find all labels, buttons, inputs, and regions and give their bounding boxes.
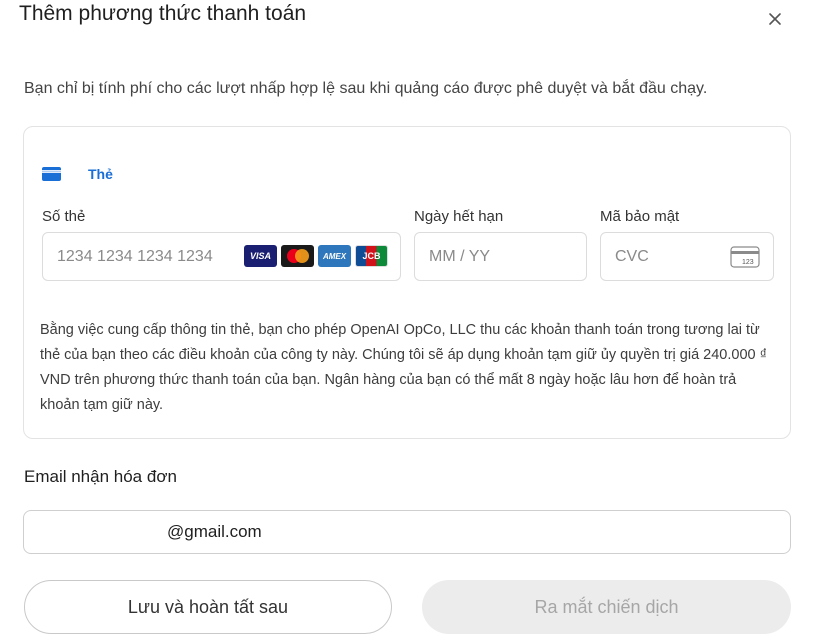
credit-card-icon	[42, 167, 61, 181]
tab-card-label: Thẻ	[88, 166, 113, 182]
expiry-label: Ngày hết hạn	[414, 208, 504, 225]
close-button[interactable]	[764, 8, 786, 30]
card-number-input[interactable]: 1234 1234 1234 1234 VISA AMEX JCB	[42, 232, 401, 281]
visa-icon: VISA	[244, 245, 277, 267]
launch-campaign-button[interactable]: Ra mắt chiến dịch	[422, 580, 791, 634]
cvc-label: Mã bảo mật	[600, 208, 680, 225]
card-brands: VISA AMEX JCB	[244, 245, 388, 267]
cvc-placeholder: CVC	[615, 247, 649, 265]
dialog-title: Thêm phương thức thanh toán	[19, 2, 307, 25]
mastercard-icon	[281, 245, 314, 267]
expiry-input[interactable]: MM / YY	[414, 232, 587, 281]
save-later-button[interactable]: Lưu và hoàn tất sau	[24, 580, 392, 634]
expiry-placeholder: MM / YY	[429, 247, 491, 265]
svg-text:123: 123	[742, 259, 754, 266]
invoice-email-input[interactable]: @gmail.com	[23, 510, 791, 554]
card-authorization-disclaimer: Bằng việc cung cấp thông tin thẻ, bạn ch…	[40, 322, 768, 413]
tab-card[interactable]: Thẻ	[42, 166, 113, 182]
jcb-icon: JCB	[355, 245, 388, 267]
cvc-input[interactable]: CVC 123	[600, 232, 774, 281]
card-number-label: Số thẻ	[42, 208, 86, 225]
invoice-email-label: Email nhận hóa đơn	[24, 467, 177, 486]
billing-notice: Bạn chỉ bị tính phí cho các lượt nhấp hợ…	[24, 80, 708, 97]
card-number-placeholder: 1234 1234 1234 1234	[57, 247, 213, 265]
close-icon	[769, 13, 781, 25]
cvc-card-icon: 123	[730, 246, 760, 268]
amex-icon: AMEX	[318, 245, 351, 267]
invoice-email-value: @gmail.com	[167, 522, 262, 541]
